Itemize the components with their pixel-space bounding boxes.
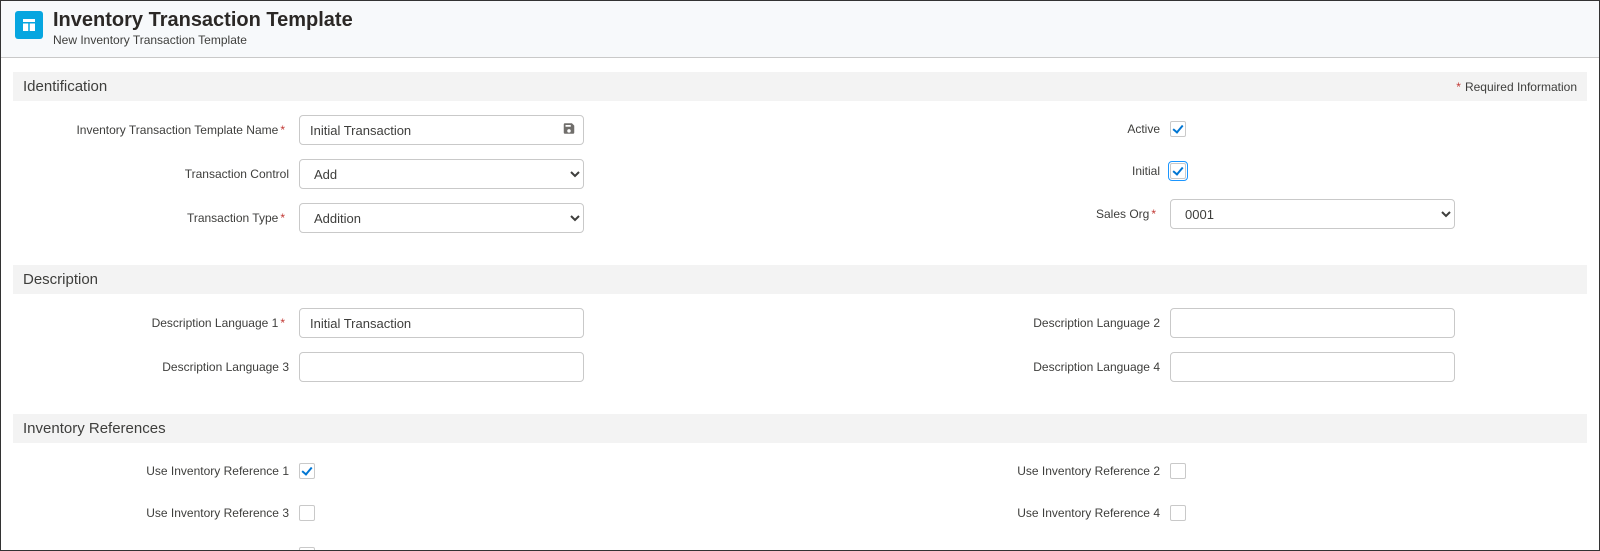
checkbox-invref2[interactable] <box>1170 463 1186 479</box>
row-desc-lang2: Description Language 2 <box>890 308 1581 338</box>
checkbox-invref5[interactable] <box>299 547 315 550</box>
identification-right-column: Active Initial Sales Org* 0001 <box>890 115 1581 247</box>
section-header-identification: Identification *Required Information <box>13 72 1587 101</box>
identification-left-column: Inventory Transaction Template Name* Tra… <box>19 115 710 247</box>
label-invref2: Use Inventory Reference 2 <box>890 464 1170 478</box>
section-body-description: Description Language 1* Description Lang… <box>13 294 1587 400</box>
label-template-name: Inventory Transaction Template Name* <box>19 123 299 137</box>
row-invref5: Use Inventory Reference 5 <box>19 541 710 550</box>
page-subtitle: New Inventory Transaction Template <box>53 33 353 47</box>
section-title-invref: Inventory References <box>23 420 166 437</box>
row-sales-org: Sales Org* 0001 <box>890 199 1581 229</box>
row-desc-lang1: Description Language 1* <box>19 308 710 338</box>
label-invref4: Use Inventory Reference 4 <box>890 506 1170 520</box>
input-template-name[interactable] <box>299 115 584 145</box>
input-desc-lang4[interactable] <box>1170 352 1455 382</box>
input-desc-lang3[interactable] <box>299 352 584 382</box>
label-desc-lang4: Description Language 4 <box>890 360 1170 374</box>
row-template-name: Inventory Transaction Template Name* <box>19 115 710 145</box>
checkbox-invref4[interactable] <box>1170 505 1186 521</box>
form-body: Identification *Required Information Inv… <box>1 58 1599 550</box>
label-invref1: Use Inventory Reference 1 <box>19 464 299 478</box>
invref-right-column: Use Inventory Reference 2 Use Inventory … <box>890 457 1581 550</box>
label-initial: Initial <box>890 164 1170 178</box>
checkbox-active[interactable] <box>1170 121 1186 137</box>
section-body-invref: Use Inventory Reference 1 Use Inventory … <box>13 443 1587 550</box>
checkbox-initial[interactable] <box>1170 163 1186 179</box>
label-invref5: Use Inventory Reference 5 <box>19 548 299 550</box>
template-icon <box>15 11 43 39</box>
header-text-block: Inventory Transaction Template New Inven… <box>53 9 353 47</box>
description-left-column: Description Language 1* Description Lang… <box>19 308 710 396</box>
label-transaction-type: Transaction Type* <box>19 211 299 225</box>
page-title: Inventory Transaction Template <box>53 9 353 31</box>
input-desc-lang2[interactable] <box>1170 308 1455 338</box>
label-invref3: Use Inventory Reference 3 <box>19 506 299 520</box>
row-invref2: Use Inventory Reference 2 <box>890 457 1581 485</box>
required-info-label: *Required Information <box>1454 80 1577 94</box>
checkbox-invref3[interactable] <box>299 505 315 521</box>
checkbox-invref1[interactable] <box>299 463 315 479</box>
page-frame: Inventory Transaction Template New Inven… <box>0 0 1600 551</box>
label-desc-lang1: Description Language 1* <box>19 316 299 330</box>
section-header-description: Description <box>13 265 1587 294</box>
label-sales-org: Sales Org* <box>890 207 1170 221</box>
row-invref1: Use Inventory Reference 1 <box>19 457 710 485</box>
label-desc-lang3: Description Language 3 <box>19 360 299 374</box>
description-right-column: Description Language 2 Description Langu… <box>890 308 1581 396</box>
label-transaction-control: Transaction Control <box>19 167 299 181</box>
label-desc-lang2: Description Language 2 <box>890 316 1170 330</box>
row-desc-lang3: Description Language 3 <box>19 352 710 382</box>
row-transaction-type: Transaction Type* Addition <box>19 203 710 233</box>
select-transaction-type[interactable]: Addition <box>299 203 584 233</box>
section-body-identification: Inventory Transaction Template Name* Tra… <box>13 101 1587 251</box>
invref-left-column: Use Inventory Reference 1 Use Inventory … <box>19 457 710 550</box>
row-transaction-control: Transaction Control Add <box>19 159 710 189</box>
label-active: Active <box>890 122 1170 136</box>
section-title-identification: Identification <box>23 78 107 95</box>
input-desc-lang1[interactable] <box>299 308 584 338</box>
row-desc-lang4: Description Language 4 <box>890 352 1581 382</box>
select-sales-org[interactable]: 0001 <box>1170 199 1455 229</box>
row-invref3: Use Inventory Reference 3 <box>19 499 710 527</box>
row-initial: Initial <box>890 157 1581 185</box>
row-invref4: Use Inventory Reference 4 <box>890 499 1581 527</box>
page-header: Inventory Transaction Template New Inven… <box>1 1 1599 58</box>
select-transaction-control[interactable]: Add <box>299 159 584 189</box>
section-header-invref: Inventory References <box>13 414 1587 443</box>
row-active: Active <box>890 115 1581 143</box>
section-title-description: Description <box>23 271 98 288</box>
